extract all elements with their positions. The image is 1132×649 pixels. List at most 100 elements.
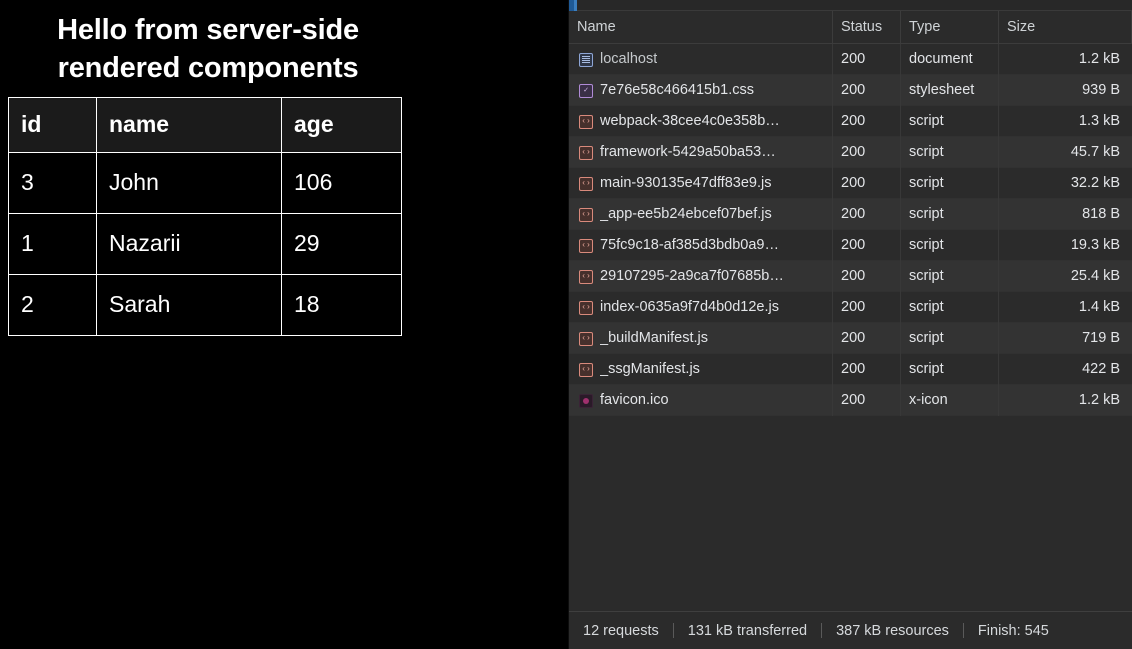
network-summary-bar: 12 requests 131 kB transferred 387 kB re… [569, 611, 1132, 649]
request-type-cell: script [901, 261, 999, 292]
request-type-cell: script [901, 168, 999, 199]
request-row[interactable]: ‹› 75fc9c18-af385d3bdb0a9… 200 script 19.3 k… [569, 230, 1132, 261]
network-table-header: Name Status Type Size [569, 10, 1132, 44]
request-size-cell: 1.4 kB [1078, 299, 1120, 315]
request-name-text: framework-5429a50ba53… [600, 144, 776, 160]
request-row[interactable]: ‹› _app-ee5b24ebcef07bef.js 200 script 818 B [569, 199, 1132, 230]
cell-name: John [96, 151, 282, 214]
request-type-cell: script [901, 137, 999, 168]
request-name-cell[interactable]: ‹› framework-5429a50ba53… [569, 137, 833, 168]
request-type-cell: script [901, 230, 999, 261]
request-size-cell: 45.7 kB [1070, 144, 1120, 160]
users-table-head: id name age [8, 96, 402, 153]
request-name-cell[interactable]: ✓ 7e76e58c466415b1.css [569, 75, 833, 106]
rendered-web-page: Hello from server-side rendered componen… [0, 0, 568, 649]
column-header-name[interactable]: Name [569, 10, 833, 44]
column-header-age: age [281, 96, 402, 153]
request-status-cell: 200 [833, 44, 901, 75]
script-icon: ‹› [579, 300, 593, 315]
request-row[interactable]: ✓ 7e76e58c466415b1.css 200 stylesheet 939 B [569, 75, 1132, 106]
request-row[interactable]: ‹› framework-5429a50ba53… 200 script 45.7 kB [569, 137, 1132, 168]
request-name-cell[interactable]: ‹› 75fc9c18-af385d3bdb0a9… [569, 230, 833, 261]
request-name-cell[interactable]: ‹› main-930135e47dff83e9.js [569, 168, 833, 199]
request-name-cell[interactable]: localhost [569, 44, 833, 75]
request-size-cell: 19.3 kB [1070, 237, 1120, 253]
request-name-text: favicon.ico [600, 392, 669, 408]
request-row[interactable]: ‹› main-930135e47dff83e9.js 200 script 32.2 … [569, 168, 1132, 199]
request-size-cell: 422 B [1082, 361, 1120, 377]
column-header-status[interactable]: Status [833, 10, 901, 44]
request-status-cell: 200 [833, 323, 901, 354]
request-row[interactable]: ‹› webpack-38cee4c0e358b… 200 script 1.3 kB [569, 106, 1132, 137]
request-type-cell: stylesheet [901, 75, 999, 106]
request-type-cell: document [901, 44, 999, 75]
request-row[interactable]: ‹› _buildManifest.js 200 script 719 B [569, 323, 1132, 354]
overview-bar-marker-secondary [574, 0, 577, 11]
script-icon: ‹› [579, 176, 593, 191]
request-name-text: 7e76e58c466415b1.css [600, 82, 754, 98]
cell-age: 106 [281, 151, 402, 214]
script-icon: ‹› [579, 207, 593, 222]
script-icon: ‹› [579, 331, 593, 346]
column-header-name: name [96, 96, 282, 153]
request-row[interactable]: ‹› _ssgManifest.js 200 script 422 B [569, 354, 1132, 385]
users-table-body: 3 John 106 1 Nazarii 29 2 Sarah 18 [8, 151, 402, 336]
table-row: 1 Nazarii 29 [8, 212, 402, 275]
network-overview-strip[interactable] [569, 0, 1132, 11]
request-size-cell: 1.2 kB [1078, 392, 1120, 408]
page-title: Hello from server-side rendered componen… [57, 14, 359, 85]
script-icon: ‹› [579, 114, 593, 129]
script-icon: ‹› [579, 362, 593, 377]
request-size-cell: 32.2 kB [1070, 175, 1120, 191]
request-size-cell: 25.4 kB [1070, 268, 1120, 284]
cell-name: Nazarii [96, 212, 282, 275]
stylesheet-icon: ✓ [579, 83, 593, 98]
request-status-cell: 200 [833, 230, 901, 261]
request-name-cell[interactable]: ‹› _buildManifest.js [569, 323, 833, 354]
network-request-list[interactable]: localhost 200 document 1.2 kB ✓ 7e76e58c46641… [569, 44, 1132, 611]
request-name-cell[interactable]: favicon.ico [569, 385, 833, 416]
request-size-cell: 939 B [1082, 82, 1120, 98]
table-row: 3 John 106 [8, 151, 402, 214]
request-type-cell: script [901, 292, 999, 323]
summary-transferred: 131 kB transferred [687, 622, 808, 639]
request-row[interactable]: ‹› 29107295-2a9ca7f07685b… 200 script 25.4 k… [569, 261, 1132, 292]
cell-name: Sarah [96, 273, 282, 336]
request-status-cell: 200 [833, 385, 901, 416]
request-type-cell: script [901, 199, 999, 230]
request-size-cell: 719 B [1082, 330, 1120, 346]
request-row[interactable]: ‹› index-0635a9f7d4b0d12e.js 200 script 1.4 … [569, 292, 1132, 323]
request-name-text: _app-ee5b24ebcef07bef.js [600, 206, 772, 222]
request-status-cell: 200 [833, 261, 901, 292]
summary-divider [672, 623, 674, 638]
request-type-cell: x-icon [901, 385, 999, 416]
table-row: 2 Sarah 18 [8, 273, 402, 336]
request-name-cell[interactable]: ‹› _ssgManifest.js [569, 354, 833, 385]
document-icon [579, 52, 593, 67]
request-row[interactable]: favicon.ico 200 x-icon 1.2 kB [569, 385, 1132, 416]
summary-resources: 387 kB resources [836, 622, 949, 639]
request-name-cell[interactable]: ‹› 29107295-2a9ca7f07685b… [569, 261, 833, 292]
column-header-size[interactable]: Size [999, 10, 1132, 44]
column-header-type[interactable]: Type [901, 10, 999, 44]
request-status-cell: 200 [833, 137, 901, 168]
request-status-cell: 200 [833, 75, 901, 106]
cell-id: 2 [8, 273, 97, 336]
cell-id: 1 [8, 212, 97, 275]
request-name-cell[interactable]: ‹› index-0635a9f7d4b0d12e.js [569, 292, 833, 323]
devtools-network-panel: Name Status Type Size localhost 200 docume… [568, 0, 1132, 649]
cell-age: 18 [281, 273, 402, 336]
request-size-cell: 818 B [1082, 206, 1120, 222]
request-size-cell: 1.3 kB [1078, 113, 1120, 129]
request-status-cell: 200 [833, 106, 901, 137]
request-size-cell: 1.2 kB [1078, 51, 1120, 67]
request-status-cell: 200 [833, 199, 901, 230]
request-row[interactable]: localhost 200 document 1.2 kB [569, 44, 1132, 75]
request-name-cell[interactable]: ‹› _app-ee5b24ebcef07bef.js [569, 199, 833, 230]
users-table-header-row: id name age [8, 96, 402, 153]
script-icon: ‹› [579, 269, 593, 284]
request-name-cell[interactable]: ‹› webpack-38cee4c0e358b… [569, 106, 833, 137]
column-header-id: id [8, 96, 97, 153]
script-icon: ‹› [579, 145, 593, 160]
request-name-text: 29107295-2a9ca7f07685b… [600, 268, 784, 284]
